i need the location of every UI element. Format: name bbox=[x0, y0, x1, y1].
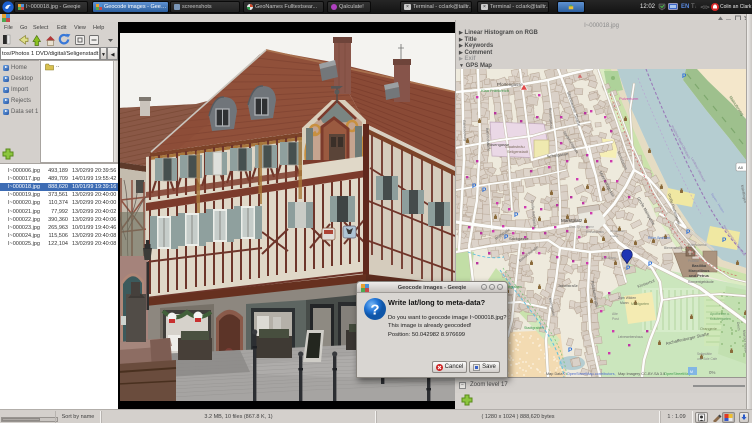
svg-text:Marktplatz: Marktplatz bbox=[561, 218, 583, 223]
svg-text:Sackgasse: Sackgasse bbox=[509, 236, 529, 241]
svg-text:Kräutergarten: Kräutergarten bbox=[710, 317, 731, 321]
svg-text:Leinewebershaus: Leinewebershaus bbox=[618, 335, 643, 339]
svg-text:Apotheken u.: Apotheken u. bbox=[710, 312, 730, 316]
svg-text:Seligenstadt: Seligenstadt bbox=[507, 150, 529, 154]
svg-text:Untwasset: Untwasset bbox=[610, 229, 625, 233]
svg-text:P: P bbox=[626, 265, 631, 272]
svg-text:Stadtgraben: Stadtgraben bbox=[524, 326, 544, 330]
svg-text:Orangerie: Orangerie bbox=[700, 327, 717, 331]
svg-text:Klaa Fränkreich: Klaa Fränkreich bbox=[481, 88, 509, 93]
svg-text:A8: A8 bbox=[738, 165, 744, 170]
svg-text:und Petrus: und Petrus bbox=[689, 274, 709, 278]
svg-text:Basilika: Basilika bbox=[692, 264, 707, 268]
svg-text:Map Imagery CC-BY-SA 3.0: Map Imagery CC-BY-SA 3.0 bbox=[618, 372, 665, 376]
svg-text:Zum Wilden: Zum Wilden bbox=[618, 296, 636, 300]
svg-text:Pfortengasse: Pfortengasse bbox=[497, 82, 523, 87]
svg-text:Marcellinus: Marcellinus bbox=[689, 269, 710, 273]
svg-text:Pulverturm: Pulverturm bbox=[619, 96, 639, 101]
svg-text:Jakobstraße: Jakobstraße bbox=[558, 284, 578, 288]
svg-text:P: P bbox=[472, 183, 477, 190]
svg-text:Alte: Alte bbox=[612, 312, 618, 316]
svg-text:0%: 0% bbox=[709, 370, 715, 375]
svg-text:Post: Post bbox=[612, 317, 619, 321]
svg-text:Deich: Deich bbox=[736, 322, 741, 331]
svg-text:P: P bbox=[568, 347, 573, 354]
svg-text:Glaabsbräu: Glaabsbräu bbox=[505, 145, 525, 149]
svg-text:P: P bbox=[686, 229, 691, 236]
svg-text:P: P bbox=[514, 212, 519, 219]
svg-text:Seligstätte: Seligstätte bbox=[697, 352, 712, 356]
svg-text:© OpenStreetMap contributors,: © OpenStreetMap contributors, bbox=[563, 372, 616, 376]
svg-text:P: P bbox=[648, 261, 653, 268]
svg-text:Klaa Sjelemdame: Klaa Sjelemdame bbox=[569, 225, 594, 229]
svg-text:Ritter-Brunnen: Ritter-Brunnen bbox=[648, 236, 670, 240]
svg-text:Mühlgarten: Mühlgarten bbox=[631, 302, 649, 306]
svg-text:Pittersdamse: Pittersdamse bbox=[688, 243, 707, 247]
svg-text:P: P bbox=[482, 187, 487, 194]
svg-text:P: P bbox=[682, 73, 687, 80]
svg-text:OpenStreetMap: OpenStreetMap bbox=[664, 372, 691, 376]
svg-text:Map Data: Map Data bbox=[546, 372, 563, 376]
svg-text:Prälatur: Prälatur bbox=[688, 259, 700, 263]
svg-text:Konventgebäude: Konventgebäude bbox=[688, 280, 714, 284]
svg-text:?: ? bbox=[370, 302, 379, 319]
svg-text:Mann: Mann bbox=[620, 301, 629, 305]
svg-text:Einhardhaus: Einhardhaus bbox=[586, 230, 604, 234]
svg-text:M: M bbox=[690, 370, 693, 374]
svg-text:P: P bbox=[722, 237, 727, 244]
svg-text:Fraha: Fraha bbox=[610, 234, 618, 238]
svg-text:und Sole Cafe: und Sole Cafe bbox=[697, 357, 717, 361]
svg-text:Zur Nixen: Zur Nixen bbox=[602, 256, 616, 260]
svg-text:Bienenstock: Bienenstock bbox=[664, 246, 683, 250]
